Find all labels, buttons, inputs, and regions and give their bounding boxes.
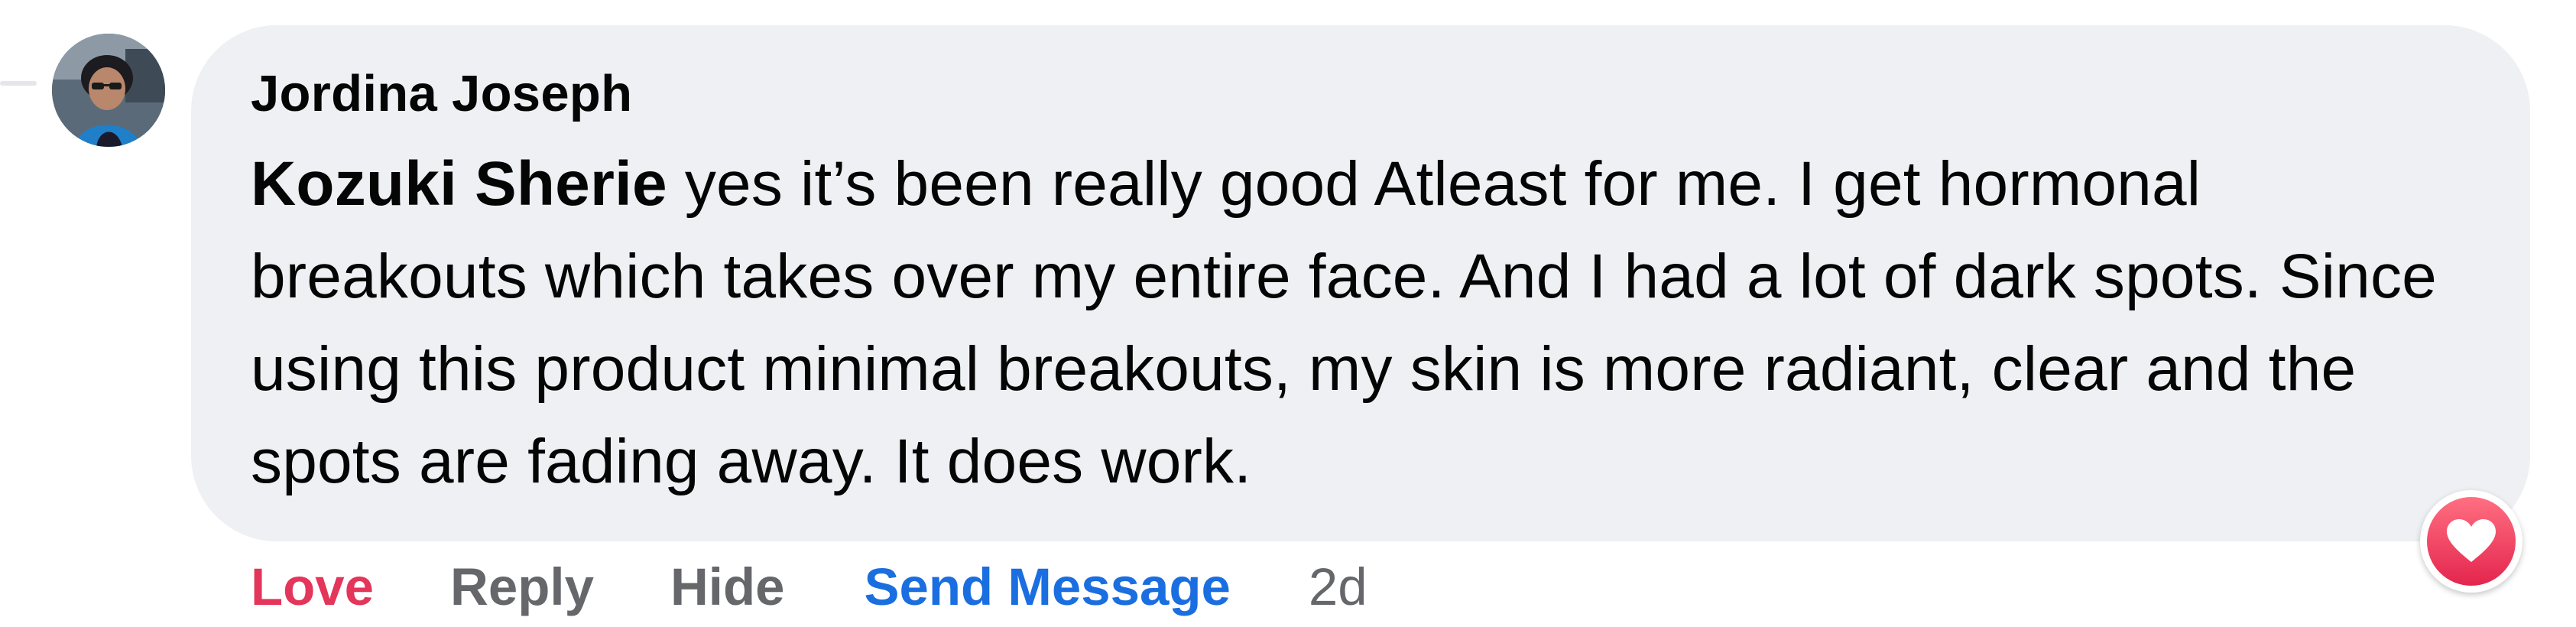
comment-body: Kozuki Sherie yes it’s been really good … [251,138,2467,508]
love-button[interactable]: Love [251,560,374,613]
comment-timestamp[interactable]: 2d [1309,560,1367,613]
reply-button[interactable]: Reply [450,560,594,613]
comment-author[interactable]: Jordina Joseph [251,68,2477,119]
send-message-button[interactable]: Send Message [864,560,1230,613]
avatar[interactable] [52,34,165,147]
comment-bubble: Jordina Joseph Kozuki Sherie yes it’s be… [191,25,2530,541]
hide-button[interactable]: Hide [670,560,785,613]
thread-connector-line [0,81,37,86]
comment-actions: Love Reply Hide Send Message 2d [251,552,1367,621]
mention-link[interactable]: Kozuki Sherie [251,149,667,219]
avatar-photo [52,34,165,147]
heart-icon [2447,519,2496,562]
love-reaction [2427,497,2516,586]
reaction-badge[interactable] [2420,490,2522,593]
